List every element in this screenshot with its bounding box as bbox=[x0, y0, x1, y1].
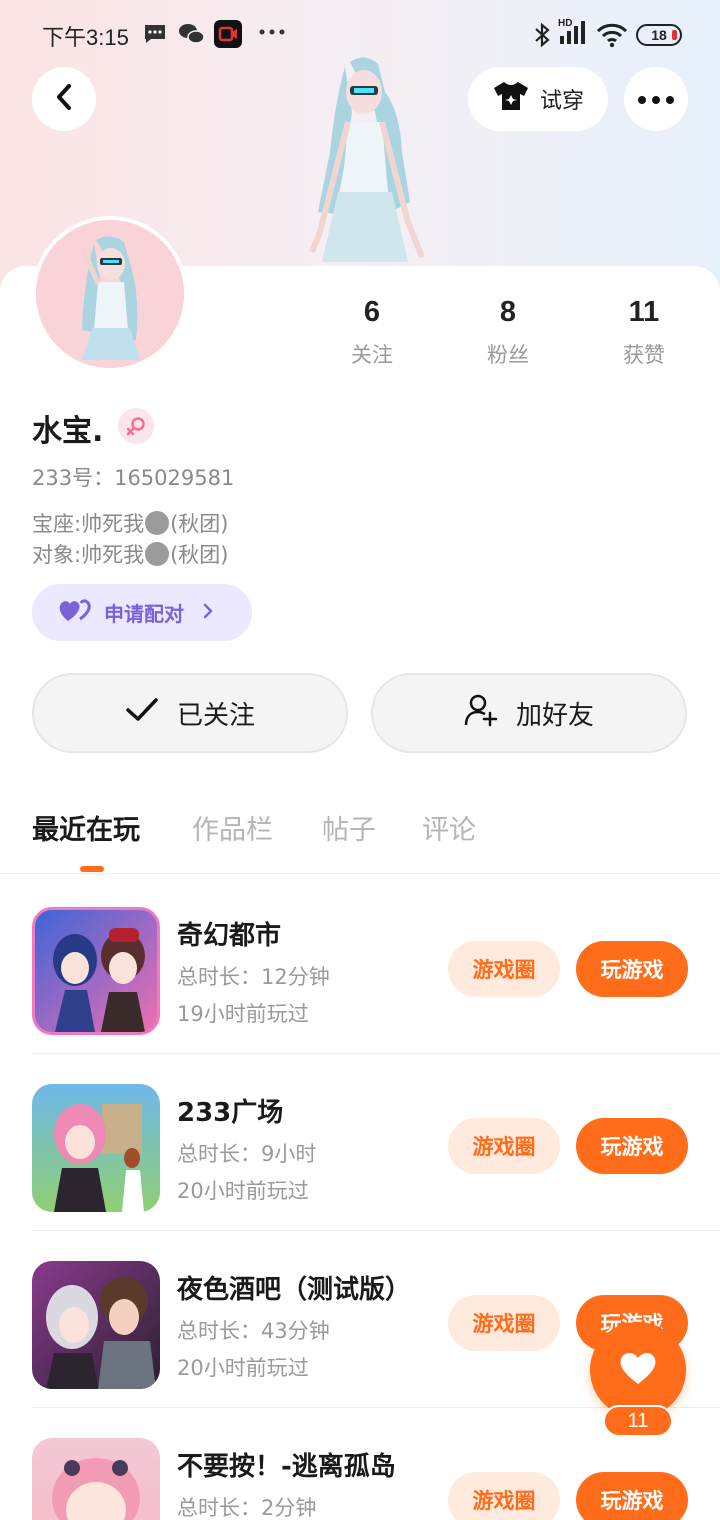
tshirt-icon bbox=[492, 80, 530, 118]
signature-line-2: 对象:帅死我 (秋团) bbox=[32, 539, 228, 569]
game-circle-button[interactable]: 游戏圈 bbox=[448, 1472, 560, 1520]
female-gender-icon bbox=[118, 408, 154, 444]
like-count-badge: 11 bbox=[603, 1405, 673, 1437]
game-last-played: 20小时前玩过 bbox=[177, 1356, 309, 1380]
game-circle-button[interactable]: 游戏圈 bbox=[448, 1118, 560, 1174]
play-game-button[interactable]: 玩游戏 bbox=[576, 1472, 688, 1520]
signature-line-1-suffix: (秋团) bbox=[170, 512, 229, 536]
moon-face-emoji-icon bbox=[145, 511, 170, 535]
game-title: 233广场 bbox=[177, 1098, 284, 1128]
followed-button[interactable]: 已关注 bbox=[32, 673, 348, 753]
request-pair-button[interactable]: 申请配对 bbox=[32, 584, 252, 641]
game-circle-button[interactable]: 游戏圈 bbox=[448, 941, 560, 997]
stat-following[interactable]: 6 关注 bbox=[317, 296, 427, 369]
double-heart-icon bbox=[58, 597, 92, 628]
game-icon-escape-island[interactable] bbox=[32, 1438, 160, 1520]
stat-likes-label: 获赞 bbox=[623, 343, 665, 367]
more-dots-icon bbox=[258, 24, 286, 44]
chevron-left-icon bbox=[53, 82, 75, 116]
add-friend-label: 加好友 bbox=[515, 700, 594, 731]
stat-followers-value: 8 bbox=[499, 296, 517, 328]
bluetooth-icon bbox=[532, 22, 552, 52]
signature-line-1: 宝座:帅死我 (秋团) bbox=[32, 508, 228, 538]
heart-icon bbox=[618, 1350, 658, 1390]
game-duration: 总时长：12分钟 bbox=[177, 965, 330, 989]
request-pair-label: 申请配对 bbox=[104, 602, 184, 626]
add-friend-button[interactable]: 加好友 bbox=[371, 673, 687, 753]
game-last-played: 19小时前玩过 bbox=[177, 1002, 309, 1026]
signature-line-1-prefix: 宝座:帅死我 bbox=[32, 512, 145, 536]
checkmark-icon bbox=[125, 697, 159, 730]
message-icon bbox=[142, 22, 168, 50]
battery-level: 18 bbox=[651, 27, 667, 43]
tabs-divider bbox=[0, 873, 720, 874]
signature-line-2-suffix: (秋团) bbox=[170, 543, 229, 567]
tab-posts[interactable]: 帖子 bbox=[322, 808, 376, 847]
tab-works[interactable]: 作品栏 bbox=[192, 808, 273, 847]
username: 水宝. bbox=[32, 414, 104, 449]
game-title: 不要按！-逃离孤岛 bbox=[177, 1452, 396, 1482]
game-icon-night-bar[interactable] bbox=[32, 1261, 160, 1389]
status-time: 下午3:15 bbox=[42, 25, 129, 50]
like-button[interactable] bbox=[590, 1322, 686, 1418]
signal-icon: HD bbox=[556, 18, 590, 50]
stat-following-label: 关注 bbox=[351, 343, 393, 367]
game-title: 奇幻都市 bbox=[177, 921, 282, 951]
account-id: 233号：165029581 bbox=[32, 466, 235, 490]
try-on-label: 试穿 bbox=[539, 89, 584, 114]
signature-line-2-prefix: 对象:帅死我 bbox=[32, 543, 145, 567]
followed-label: 已关注 bbox=[176, 700, 255, 731]
add-user-icon bbox=[464, 693, 498, 734]
stat-likes[interactable]: 11 获赞 bbox=[589, 296, 699, 369]
game-icon-fantasy-city[interactable] bbox=[32, 907, 160, 1035]
game-duration: 总时长：2分钟 bbox=[177, 1496, 317, 1520]
wechat-icon bbox=[178, 22, 206, 50]
battery-icon: 18 bbox=[636, 24, 682, 46]
game-duration: 总时长：9小时 bbox=[177, 1142, 317, 1166]
tab-recently-played[interactable]: 最近在玩 bbox=[32, 808, 140, 847]
network-label: HD bbox=[558, 18, 573, 29]
recorder-icon bbox=[214, 20, 242, 52]
tab-comments[interactable]: 评论 bbox=[422, 808, 476, 847]
try-on-button[interactable]: 试穿 bbox=[468, 67, 608, 131]
play-game-button[interactable]: 玩游戏 bbox=[576, 1118, 688, 1174]
moon-face-emoji-icon bbox=[145, 542, 170, 566]
more-horizontal-icon bbox=[637, 90, 675, 109]
game-list-item[interactable]: 奇幻都市 总时长：12分钟 19小时前玩过 游戏圈 玩游戏 bbox=[0, 877, 720, 1054]
wifi-icon bbox=[596, 22, 628, 52]
stat-following-value: 6 bbox=[363, 296, 381, 328]
stat-followers[interactable]: 8 粉丝 bbox=[453, 296, 563, 369]
chevron-right-icon bbox=[202, 601, 214, 625]
game-icon-233-plaza[interactable] bbox=[32, 1084, 160, 1212]
game-circle-button[interactable]: 游戏圈 bbox=[448, 1295, 560, 1351]
back-button[interactable] bbox=[32, 67, 96, 131]
stat-likes-value: 11 bbox=[628, 296, 660, 328]
play-game-button[interactable]: 玩游戏 bbox=[576, 941, 688, 997]
game-last-played: 20小时前玩过 bbox=[177, 1179, 309, 1203]
game-duration: 总时长：43分钟 bbox=[177, 1319, 330, 1343]
avatar-3d-figure[interactable] bbox=[290, 52, 440, 270]
game-list-item[interactable]: 233广场 总时长：9小时 20小时前玩过 游戏圈 玩游戏 bbox=[0, 1054, 720, 1231]
active-tab-indicator bbox=[80, 866, 104, 872]
more-options-button[interactable] bbox=[624, 67, 688, 131]
game-title: 夜色酒吧（测试版） bbox=[177, 1275, 412, 1305]
avatar[interactable] bbox=[32, 216, 188, 372]
stat-followers-label: 粉丝 bbox=[487, 343, 529, 367]
